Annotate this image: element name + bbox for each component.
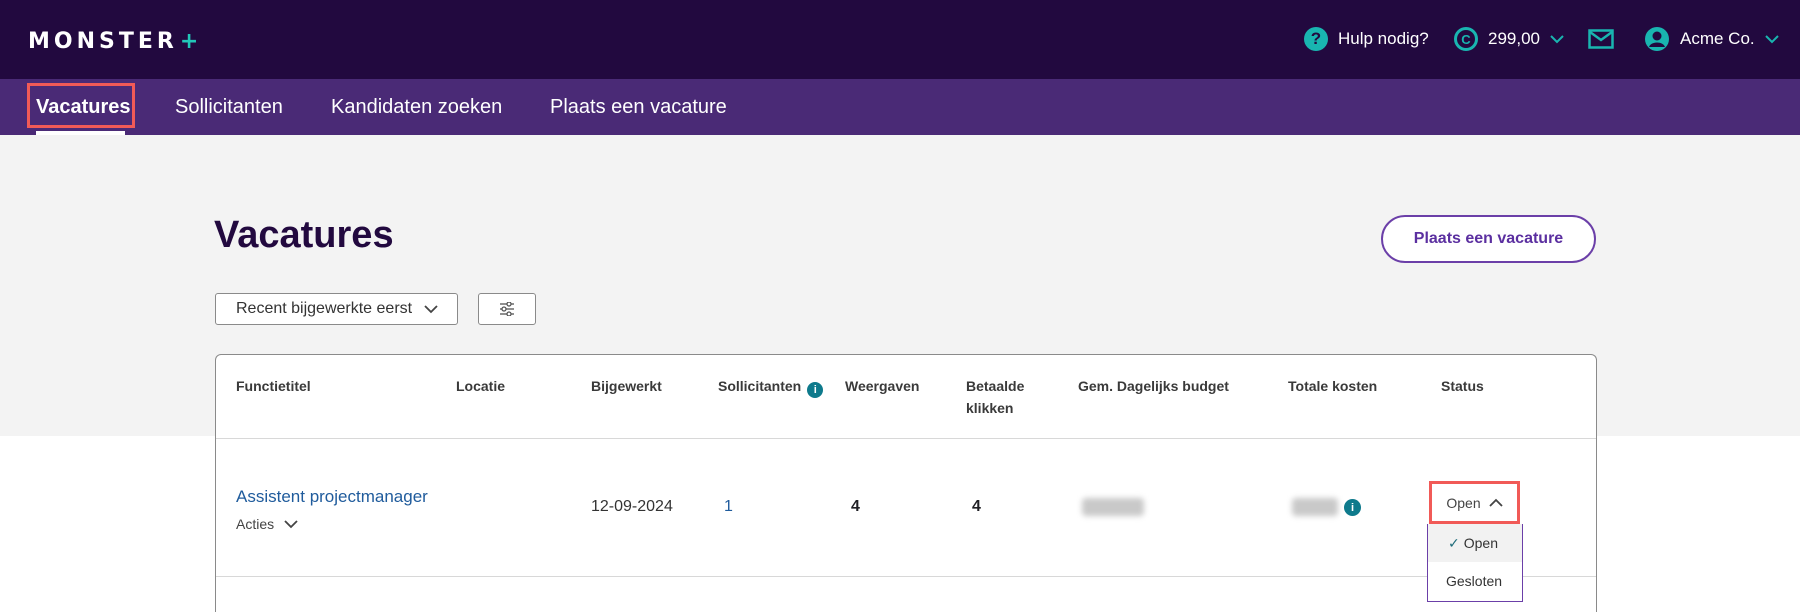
column-header-betaalde-klikken: Betaalde klikken (966, 378, 1025, 416)
account-name: Acme Co. (1680, 29, 1755, 48)
column-header-bijgewerkt: Bijgewerkt (591, 378, 662, 394)
status-option-open[interactable]: ✓ Open (1428, 524, 1522, 562)
nav-sollicitanten[interactable]: Sollicitanten (175, 79, 283, 135)
page-title: Vacatures (214, 214, 394, 256)
mail-icon (1588, 29, 1614, 49)
paid-clicks-count: 4 (972, 498, 981, 515)
logo-plus: + (179, 28, 203, 54)
header-divider (216, 438, 1596, 439)
status-option-gesloten[interactable]: Gesloten (1428, 562, 1522, 600)
status-menu: ✓ Open Gesloten (1427, 524, 1523, 602)
chevron-up-icon (1488, 498, 1503, 507)
monster-logo[interactable]: MONSTER + (28, 28, 202, 54)
row-divider (216, 576, 1596, 577)
chevron-down-icon (284, 520, 298, 529)
filter-button[interactable] (478, 293, 536, 325)
help-link[interactable]: ? Hulp nodig? (1304, 24, 1429, 54)
column-header-status: Status (1441, 378, 1484, 394)
status-dropdown[interactable]: Open (1429, 481, 1520, 524)
actions-dropdown[interactable]: Acties (236, 516, 298, 532)
status-value: Open (1446, 494, 1481, 511)
column-header-weergaven: Weergaven (845, 378, 920, 394)
info-icon[interactable]: i (1344, 499, 1361, 516)
checkmark-icon: ✓ (1448, 534, 1460, 551)
column-header-dagelijks-budget: Gem. Dagelijks budget (1078, 378, 1229, 394)
job-title-link[interactable]: Assistent projectmanager (236, 487, 428, 507)
views-count: 4 (851, 498, 860, 515)
column-header-label: Sollicitanten (718, 378, 802, 394)
credits-value: 299,00 (1488, 29, 1540, 48)
nav-kandidaten-zoeken[interactable]: Kandidaten zoeken (331, 79, 502, 135)
info-icon[interactable]: i (807, 382, 824, 398)
applicants-count-link[interactable]: 1 (724, 498, 733, 516)
account-dropdown[interactable]: Acme Co. (1644, 24, 1779, 54)
option-label: Open (1463, 535, 1498, 551)
chevron-down-icon (1550, 35, 1564, 44)
column-header-sollicitanten: Sollicitanten i (718, 375, 824, 398)
daily-budget-redacted (1082, 498, 1144, 516)
sliders-icon (500, 302, 514, 316)
column-header-totale-kosten: Totale kosten (1288, 378, 1378, 394)
actions-label: Acties (236, 516, 275, 532)
help-label: Hulp nodig? (1338, 29, 1429, 48)
active-nav-highlight (27, 83, 135, 128)
logo-text: MONSTER (28, 28, 178, 54)
credit-coin-icon: C (1454, 27, 1478, 51)
credits-dropdown[interactable]: C 299,00 (1454, 24, 1564, 54)
user-avatar-icon (1645, 27, 1669, 51)
column-header-locatie: Locatie (456, 378, 506, 394)
chevron-down-icon (424, 305, 438, 314)
post-job-button[interactable]: Plaats een vacature (1381, 215, 1596, 263)
sort-label: Recent bijgewerkte eerst (236, 300, 413, 317)
chevron-down-icon (1764, 35, 1779, 44)
updated-date: 12-09-2024 (591, 498, 673, 515)
option-label: Gesloten (1446, 573, 1503, 589)
help-icon: ? (1304, 27, 1328, 51)
messages-button[interactable] (1588, 24, 1614, 54)
nav-plaats-vacature[interactable]: Plaats een vacature (550, 79, 727, 135)
column-header-functietitel: Functietitel (236, 378, 311, 394)
sort-dropdown[interactable]: Recent bijgewerkte eerst (215, 293, 458, 325)
total-cost-redacted (1292, 498, 1338, 516)
